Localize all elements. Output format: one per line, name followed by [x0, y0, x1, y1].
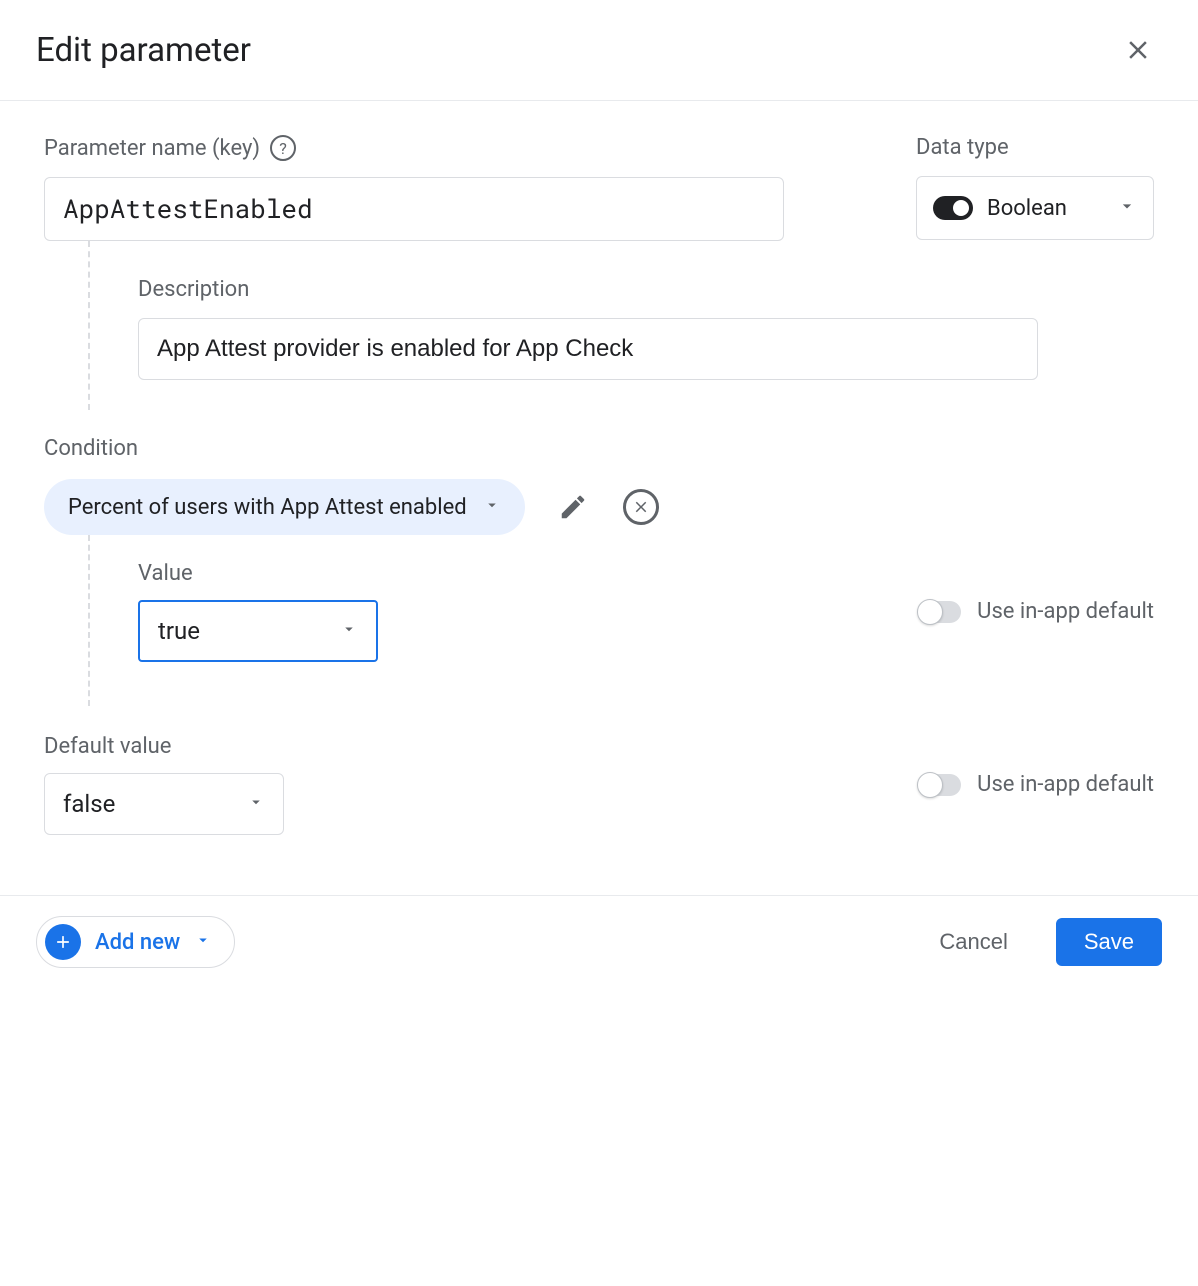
remove-icon — [623, 489, 659, 525]
chevron-down-icon — [1117, 196, 1137, 220]
add-new-button[interactable]: Add new — [36, 916, 235, 968]
datatype-label: Data type — [916, 135, 1154, 160]
condition-value-text: true — [158, 617, 200, 645]
condition-section: Condition Percent of users with App Atte… — [44, 436, 1154, 706]
default-value-select[interactable]: false — [44, 773, 284, 835]
edit-condition-button[interactable] — [553, 487, 593, 527]
chevron-down-icon — [340, 620, 358, 642]
pencil-icon — [558, 492, 588, 522]
default-value-section: Default value false Use in-app default — [44, 734, 1154, 835]
condition-inapp-label: Use in-app default — [977, 599, 1154, 624]
dialog-body: Parameter name (key) ? Data type Boolean… — [0, 101, 1198, 895]
boolean-icon — [933, 196, 973, 220]
description-label: Description — [138, 277, 1154, 302]
datatype-select[interactable]: Boolean — [916, 176, 1154, 240]
description-input[interactable] — [138, 318, 1038, 380]
default-value-label: Default value — [44, 734, 284, 759]
param-row: Parameter name (key) ? Data type Boolean — [44, 135, 1154, 241]
remove-condition-button[interactable] — [621, 487, 661, 527]
condition-inapp-switch[interactable] — [919, 601, 961, 623]
default-inapp-toggle: Use in-app default — [919, 772, 1154, 797]
footer-actions: Cancel Save — [927, 918, 1162, 966]
condition-inapp-toggle: Use in-app default — [919, 599, 1154, 624]
param-name-label: Parameter name (key) ? — [44, 135, 892, 161]
condition-chip-label: Percent of users with App Attest enabled — [68, 495, 467, 520]
default-value-text: false — [63, 790, 115, 818]
default-inapp-switch[interactable] — [919, 774, 961, 796]
close-button[interactable] — [1114, 26, 1162, 74]
param-name-input[interactable] — [44, 177, 784, 241]
cancel-button[interactable]: Cancel — [927, 919, 1019, 965]
default-inapp-label: Use in-app default — [977, 772, 1154, 797]
condition-value-select[interactable]: true — [138, 600, 378, 662]
plus-icon — [45, 924, 81, 960]
condition-chip-row: Percent of users with App Attest enabled — [44, 479, 1154, 535]
param-name-field: Parameter name (key) ? — [44, 135, 892, 241]
save-button[interactable]: Save — [1056, 918, 1162, 966]
param-name-label-text: Parameter name (key) — [44, 136, 260, 161]
condition-value-block: Value true Use in-app default — [88, 535, 1154, 706]
help-icon[interactable]: ? — [270, 135, 296, 161]
condition-chip[interactable]: Percent of users with App Attest enabled — [44, 479, 525, 535]
chevron-down-icon — [483, 496, 501, 518]
close-icon — [1123, 35, 1153, 65]
datatype-field: Data type Boolean — [916, 135, 1154, 240]
chevron-down-icon — [247, 793, 265, 815]
description-block: Description — [88, 241, 1154, 410]
dialog-header: Edit parameter — [0, 0, 1198, 101]
dialog-footer: Add new Cancel Save — [0, 895, 1198, 1008]
chevron-down-icon — [194, 931, 212, 953]
condition-label: Condition — [44, 436, 1154, 461]
add-new-label: Add new — [95, 930, 180, 955]
dialog-title: Edit parameter — [36, 31, 251, 70]
edit-parameter-dialog: Edit parameter Parameter name (key) ? Da… — [0, 0, 1198, 1008]
value-label: Value — [138, 561, 378, 586]
datatype-value: Boolean — [987, 196, 1103, 221]
